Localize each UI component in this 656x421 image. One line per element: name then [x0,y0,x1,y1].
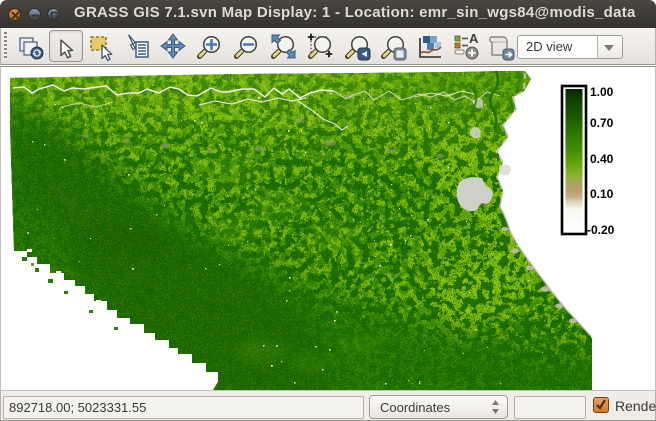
svg-text:0.40: 0.40 [590,152,614,166]
svg-text:1.00: 1.00 [590,85,614,99]
svg-text:0.10: 0.10 [590,187,614,201]
svg-text:0.70: 0.70 [590,116,614,130]
svg-text:-0.20: -0.20 [587,223,615,237]
svg-text:A: A [469,31,479,46]
